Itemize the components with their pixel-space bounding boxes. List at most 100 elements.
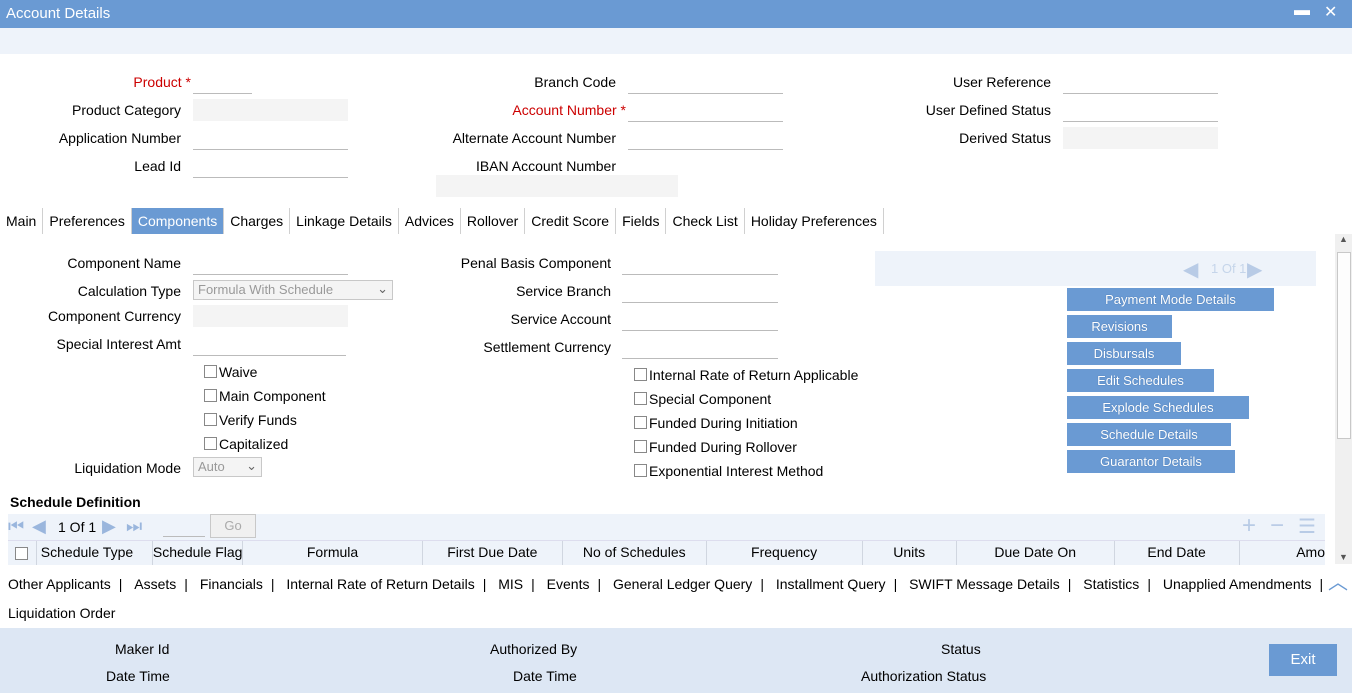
close-icon[interactable]: ✕ xyxy=(1324,2,1337,22)
product-field[interactable] xyxy=(193,71,252,94)
account-number-field[interactable] xyxy=(628,99,783,122)
special-interest-amt-field[interactable] xyxy=(193,333,346,356)
settlement-currency-field[interactable] xyxy=(622,336,778,359)
link-separator: | xyxy=(270,576,275,592)
service-branch-field[interactable] xyxy=(622,280,778,303)
exponential-interest-checkbox[interactable] xyxy=(634,464,647,477)
main-component-label: Main Component xyxy=(219,388,326,404)
service-account-field[interactable] xyxy=(622,308,778,331)
lead-id-field[interactable] xyxy=(193,155,348,178)
link-separator: | xyxy=(531,576,535,592)
main-component-checkbox[interactable] xyxy=(204,389,217,402)
link-other-applicants[interactable]: Other Applicants xyxy=(8,576,111,592)
tab-fields[interactable]: Fields xyxy=(616,208,667,234)
guarantor-details-button[interactable]: Guarantor Details xyxy=(1067,450,1235,473)
calculation-type-value: Formula With Schedule xyxy=(198,282,334,297)
verify-funds-checkbox[interactable] xyxy=(204,413,217,426)
minimize-icon[interactable]: ▬ xyxy=(1294,2,1310,20)
link-events[interactable]: Events xyxy=(547,576,590,592)
tab-preferences[interactable]: Preferences xyxy=(43,208,132,234)
application-number-field[interactable] xyxy=(193,127,348,150)
irr-applicable-checkbox[interactable] xyxy=(634,368,647,381)
first-page-icon[interactable]: ⏮ xyxy=(8,516,24,537)
tab-credit-score[interactable]: Credit Score xyxy=(525,208,617,234)
branch-code-label: Branch Code xyxy=(534,74,616,90)
product-category-field xyxy=(193,99,348,121)
tab-rollover[interactable]: Rollover xyxy=(461,208,526,234)
bottom-links: Other Applicants | Assets | Financials | In… xyxy=(0,573,1330,623)
tab-bar: Main Preferences Components Charges Link… xyxy=(0,208,884,234)
link-statistics[interactable]: Statistics xyxy=(1083,576,1139,592)
scroll-up-icon[interactable]: ▲ xyxy=(1339,234,1348,244)
alternate-account-number-field[interactable] xyxy=(628,127,783,150)
funded-during-initiation-checkbox[interactable] xyxy=(634,416,647,429)
tab-components[interactable]: Components xyxy=(131,208,225,234)
user-reference-field[interactable] xyxy=(1063,71,1218,94)
link-separator: | xyxy=(482,576,487,592)
special-component-checkbox[interactable] xyxy=(634,392,647,405)
page-number-input[interactable] xyxy=(163,516,205,537)
column-header: Formula xyxy=(243,541,423,565)
service-branch-label: Service Branch xyxy=(516,283,611,299)
previous-page-icon[interactable]: ◀ xyxy=(32,516,46,537)
schedule-details-button[interactable]: Schedule Details xyxy=(1067,423,1231,446)
link-installment-query[interactable]: Installment Query xyxy=(776,576,886,592)
previous-icon[interactable]: ◀ xyxy=(1183,257,1198,282)
edit-schedules-button[interactable]: Edit Schedules xyxy=(1067,369,1214,392)
link-mis[interactable]: MIS xyxy=(498,576,523,592)
waive-label: Waive xyxy=(219,364,258,380)
tab-linkage-details[interactable]: Linkage Details xyxy=(290,208,399,234)
waive-checkbox[interactable] xyxy=(204,365,217,378)
go-button[interactable]: Go xyxy=(210,514,256,538)
revisions-button[interactable]: Revisions xyxy=(1067,315,1172,338)
last-page-icon[interactable]: ⏭ xyxy=(126,516,142,537)
special-interest-amt-label: Special Interest Amt xyxy=(56,336,181,352)
exit-button[interactable]: Exit xyxy=(1269,644,1337,676)
collapse-up-icon[interactable]: ︿ xyxy=(1328,566,1348,595)
link-general-ledger-query[interactable]: General Ledger Query xyxy=(613,576,752,592)
scroll-down-icon[interactable]: ▼ xyxy=(1339,552,1348,562)
capitalized-checkbox[interactable] xyxy=(204,437,217,450)
product-category-label: Product Category xyxy=(72,102,181,118)
tab-advices[interactable]: Advices xyxy=(399,208,461,234)
penal-basis-component-field[interactable] xyxy=(622,252,778,275)
derived-status-label: Derived Status xyxy=(959,130,1051,146)
funded-during-rollover-checkbox[interactable] xyxy=(634,440,647,453)
link-swift-message-details[interactable]: SWIFT Message Details xyxy=(909,576,1060,592)
tab-main[interactable]: Main xyxy=(0,208,44,234)
authorization-status-label: Authorization Status xyxy=(861,668,987,684)
vertical-scrollbar[interactable]: ▲ ▼ xyxy=(1335,234,1352,564)
link-liquidation-order[interactable]: Liquidation Order xyxy=(8,605,115,621)
link-financials[interactable]: Financials xyxy=(200,576,263,592)
select-all-checkbox[interactable] xyxy=(15,547,29,560)
next-page-icon[interactable]: ▶ xyxy=(102,516,116,537)
tab-holiday-preferences[interactable]: Holiday Preferences xyxy=(745,208,884,234)
component-name-field[interactable] xyxy=(193,252,348,275)
tab-check-list[interactable]: Check List xyxy=(666,208,745,234)
service-account-label: Service Account xyxy=(510,311,611,327)
exponential-interest-label: Exponential Interest Method xyxy=(649,463,824,479)
link-assets[interactable]: Assets xyxy=(134,576,176,592)
scrollbar-thumb[interactable] xyxy=(1337,252,1351,439)
user-defined-status-field[interactable] xyxy=(1063,99,1218,122)
column-header: Due Date On xyxy=(957,541,1115,565)
link-irr-details[interactable]: Internal Rate of Return Details xyxy=(286,576,474,592)
column-header: Frequency xyxy=(707,541,863,565)
link-unapplied-amendments[interactable]: Unapplied Amendments xyxy=(1163,576,1312,592)
delete-row-icon[interactable]: − xyxy=(1270,512,1284,540)
component-currency-label: Component Currency xyxy=(47,308,181,324)
component-name-label: Component Name xyxy=(67,255,181,271)
user-reference-label: User Reference xyxy=(952,74,1051,90)
add-row-icon[interactable]: + xyxy=(1242,512,1256,540)
next-icon[interactable]: ▶ xyxy=(1247,257,1262,282)
iban-account-number-label: IBAN Account Number xyxy=(475,158,616,174)
authorized-by-label: Authorized By xyxy=(490,641,578,657)
explode-schedules-button[interactable]: Explode Schedules xyxy=(1067,396,1249,419)
liquidation-mode-select[interactable]: Auto ⌄ xyxy=(193,457,262,477)
branch-code-field[interactable] xyxy=(628,71,783,94)
list-view-icon[interactable]: ☰ xyxy=(1298,514,1316,539)
tab-charges[interactable]: Charges xyxy=(224,208,291,234)
payment-mode-details-button[interactable]: Payment Mode Details xyxy=(1067,288,1274,311)
calculation-type-select[interactable]: Formula With Schedule ⌄ xyxy=(193,280,393,300)
disbursals-button[interactable]: Disbursals xyxy=(1067,342,1181,365)
